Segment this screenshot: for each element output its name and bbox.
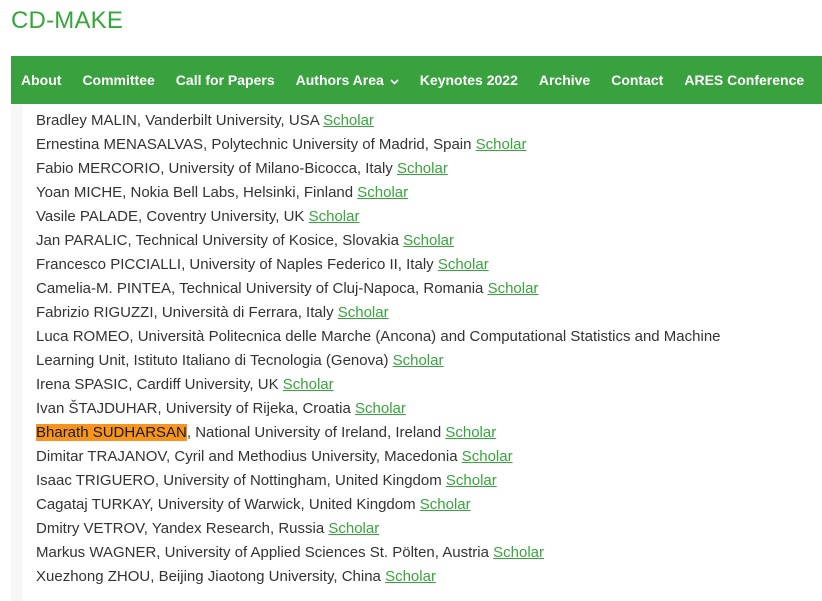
- member-affiliation: , Cyril and Methodius University, Macedo…: [166, 448, 462, 465]
- list-item: Yoan MICHE, Nokia Bell Labs, Helsinki, F…: [36, 181, 721, 205]
- member-name: Isaac TRIGUERO: [36, 472, 155, 489]
- member-name: Jan PARALIC: [36, 232, 128, 249]
- list-item: Ivan ŠTAJDUHAR, University of Rijeka, Cr…: [36, 397, 721, 421]
- site-header: CD-MAKE: [0, 0, 822, 56]
- scholar-link[interactable]: Scholar: [420, 496, 471, 513]
- member-affiliation: , Yandex Research, Russia: [143, 520, 329, 537]
- nav-about-label: About: [21, 72, 62, 88]
- nav-archive-label: Archive: [538, 72, 591, 88]
- list-item: Fabrizio RIGUZZI, Università di Ferrara,…: [36, 301, 721, 325]
- scholar-link[interactable]: Scholar: [355, 400, 406, 417]
- scholar-link[interactable]: Scholar: [462, 448, 513, 465]
- member-name: Camelia-M. PINTEA: [36, 280, 172, 297]
- chevron-down-icon: [390, 72, 399, 88]
- nav-committee-label: Committee: [82, 72, 155, 88]
- list-item: Dimitar TRAJANOV, Cyril and Methodius Un…: [36, 445, 721, 469]
- highlighted-member-name: Bharath SUDHARSAN: [36, 424, 187, 441]
- nav-keynotes[interactable]: Keynotes 2022: [409, 72, 528, 88]
- member-affiliation: , University of Naples Federico II, Ital…: [181, 256, 438, 273]
- member-affiliation: , Vanderbilt University, USA: [136, 112, 324, 129]
- scholar-link[interactable]: Scholar: [283, 376, 334, 393]
- member-affiliation: , Technical University of Kosice, Slovak…: [127, 232, 404, 249]
- list-item: Dmitry VETROV, Yandex Research, Russia S…: [36, 517, 721, 541]
- member-affiliation: Learning Unit, Istituto Italiano di Tecn…: [36, 352, 393, 369]
- scholar-link[interactable]: Scholar: [338, 304, 389, 321]
- main-nav: About Committee Call for Papers Authors …: [11, 56, 822, 104]
- member-name: Bradley MALIN: [36, 112, 137, 129]
- list-item: Fabio MERCORIO, University of Milano-Bic…: [36, 157, 721, 181]
- list-item: Cagataj TURKAY, University of Warwick, U…: [36, 493, 721, 517]
- member-affiliation: , National University of Ireland, Irelan…: [186, 424, 446, 441]
- list-item: Camelia-M. PINTEA, Technical University …: [36, 277, 721, 301]
- nav-about[interactable]: About: [11, 72, 72, 88]
- member-name: Cagataj TURKAY: [36, 496, 150, 513]
- site-title[interactable]: CD-MAKE: [11, 7, 123, 35]
- member-name: Irena SPASIC: [36, 376, 129, 393]
- member-affiliation: , Nokia Bell Labs, Helsinki, Finland: [122, 184, 358, 201]
- member-affiliation: , University of Applied Sciences St. Pöl…: [156, 544, 494, 561]
- committee-list: Bradley MALIN, Vanderbilt University, US…: [36, 109, 721, 589]
- scholar-link[interactable]: Scholar: [393, 352, 444, 369]
- list-item: Francesco PICCIALLI, University of Naple…: [36, 253, 721, 277]
- nav-ares-conference[interactable]: ARES Conference: [674, 72, 815, 88]
- member-affiliation: , University of Warwick, United Kingdom: [149, 496, 420, 513]
- member-name: Fabrizio RIGUZZI: [36, 304, 154, 321]
- scholar-link[interactable]: Scholar: [476, 136, 527, 153]
- member-name: Dmitry VETROV: [36, 520, 144, 537]
- scholar-link[interactable]: Scholar: [309, 208, 360, 225]
- nav-call-for-papers[interactable]: Call for Papers: [165, 72, 285, 88]
- nav-contact[interactable]: Contact: [601, 72, 674, 88]
- list-item: Markus WAGNER, University of Applied Sci…: [36, 541, 721, 565]
- member-name: Ernestina MENASALVAS: [36, 136, 204, 153]
- nav-authors-area[interactable]: Authors Area: [285, 72, 409, 88]
- member-affiliation: , Università di Ferrara, Italy: [153, 304, 338, 321]
- member-name: Vasile PALADE: [36, 208, 138, 225]
- list-item-continuation: Learning Unit, Istituto Italiano di Tecn…: [36, 349, 721, 373]
- list-item: Luca ROMEO, Università Politecnica delle…: [36, 325, 721, 349]
- member-affiliation: , Coventry University, UK: [138, 208, 309, 225]
- list-item: Bharath SUDHARSAN, National University o…: [36, 421, 721, 445]
- nav-committee[interactable]: Committee: [72, 72, 165, 88]
- list-item: Irena SPASIC, Cardiff University, UK Sch…: [36, 373, 721, 397]
- scholar-link[interactable]: Scholar: [328, 520, 379, 537]
- member-name: Luca ROMEO: [36, 328, 130, 345]
- scholar-link[interactable]: Scholar: [445, 424, 496, 441]
- list-item: Vasile PALADE, Coventry University, UK S…: [36, 205, 721, 229]
- nav-archive[interactable]: Archive: [528, 72, 600, 88]
- member-affiliation: , Polytechnic University of Madrid, Spai…: [203, 136, 476, 153]
- member-affiliation: , Beijing Jiaotong University, China: [150, 568, 386, 585]
- nav-ares-conference-label: ARES Conference: [684, 72, 805, 88]
- list-item: Xuezhong ZHOU, Beijing Jiaotong Universi…: [36, 565, 721, 589]
- nav-contact-label: Contact: [611, 72, 664, 88]
- member-name: Fabio MERCORIO: [36, 160, 161, 177]
- nav-call-for-papers-label: Call for Papers: [175, 72, 275, 88]
- member-name: Yoan MICHE: [36, 184, 123, 201]
- scholar-link[interactable]: Scholar: [357, 184, 408, 201]
- scholar-link[interactable]: Scholar: [397, 160, 448, 177]
- member-affiliation: , Cardiff University, UK: [128, 376, 283, 393]
- member-name: Dimitar TRAJANOV: [36, 448, 167, 465]
- scholar-link[interactable]: Scholar: [446, 472, 497, 489]
- list-item: Bradley MALIN, Vanderbilt University, US…: [36, 109, 721, 133]
- scholar-link[interactable]: Scholar: [488, 280, 539, 297]
- scholar-link[interactable]: Scholar: [323, 112, 374, 129]
- member-affiliation: , Università Politecnica delle Marche (A…: [129, 328, 721, 345]
- member-affiliation: , University of Rijeka, Croatia: [157, 400, 355, 417]
- scholar-link[interactable]: Scholar: [403, 232, 454, 249]
- scholar-link[interactable]: Scholar: [385, 568, 436, 585]
- list-item: Isaac TRIGUERO, University of Nottingham…: [36, 469, 721, 493]
- member-affiliation: , Technical University of Cluj-Napoca, R…: [171, 280, 488, 297]
- member-name: Ivan ŠTAJDUHAR: [36, 400, 158, 417]
- scholar-link[interactable]: Scholar: [493, 544, 544, 561]
- member-affiliation: , University of Milano-Bicocca, Italy: [160, 160, 397, 177]
- member-name: Markus WAGNER: [36, 544, 157, 561]
- member-affiliation: , University of Nottingham, United Kingd…: [154, 472, 446, 489]
- list-item: Jan PARALIC, Technical University of Kos…: [36, 229, 721, 253]
- member-name: Francesco PICCIALLI: [36, 256, 182, 273]
- nav-authors-area-label: Authors Area: [295, 72, 384, 88]
- scholar-link[interactable]: Scholar: [438, 256, 489, 273]
- member-name: Xuezhong ZHOU: [36, 568, 151, 585]
- list-item: Ernestina MENASALVAS, Polytechnic Univer…: [36, 133, 721, 157]
- nav-keynotes-label: Keynotes 2022: [419, 72, 518, 88]
